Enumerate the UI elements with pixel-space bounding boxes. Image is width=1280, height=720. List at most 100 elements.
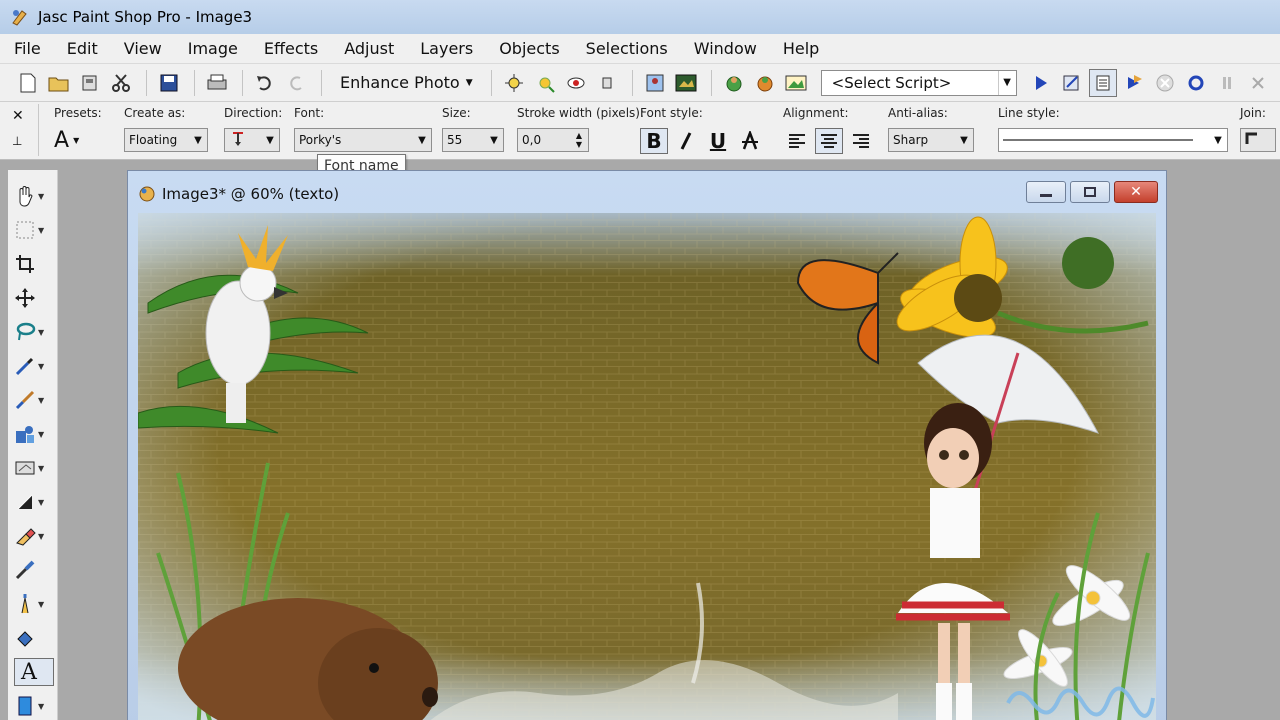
create-as-select[interactable]: Floating ▼ — [124, 128, 208, 152]
text-tool[interactable]: A — [14, 658, 54, 686]
eraser-icon — [16, 528, 36, 546]
scissors-icon[interactable] — [107, 69, 135, 97]
orange-ball-icon[interactable] — [751, 69, 779, 97]
align-center-icon[interactable] — [815, 128, 843, 154]
stroke-width-value: 0,0 — [522, 133, 542, 147]
line-style-group: Line style: ▼ — [998, 106, 1228, 152]
menu-objects[interactable]: Objects — [497, 37, 561, 60]
stroke-width-input[interactable]: 0,0 ▲ ▼ — [517, 128, 589, 152]
brightness-icon[interactable] — [531, 69, 559, 97]
close-button[interactable]: ✕ — [1114, 181, 1158, 203]
italic-icon[interactable] — [672, 128, 700, 154]
presets-group: Presets: A ▼ — [54, 106, 102, 153]
one-step-photo-fix-icon[interactable] — [500, 69, 528, 97]
print-icon[interactable] — [203, 69, 231, 97]
scratch-remover-icon — [15, 461, 35, 475]
toolbar-separator — [242, 69, 243, 96]
toolbar-separator — [194, 69, 195, 96]
selection-tool[interactable]: ▼ — [14, 216, 54, 244]
align-left-icon[interactable] — [783, 128, 811, 154]
red-eye-icon[interactable] — [562, 69, 590, 97]
toolbar-separator — [321, 69, 322, 96]
clone-brush-tool[interactable]: ▼ — [14, 420, 54, 448]
menu-edit[interactable]: Edit — [65, 37, 100, 60]
image-canvas[interactable] — [138, 213, 1156, 720]
strikethrough-icon[interactable] — [736, 128, 764, 154]
anti-alias-label: Anti-alias: — [888, 106, 948, 120]
menu-window[interactable]: Window — [692, 37, 759, 60]
underline-button[interactable]: U — [704, 128, 732, 154]
create-as-value: Floating — [129, 133, 178, 147]
document-window[interactable]: Image3* @ 60% (texto) ✕ — [127, 170, 1167, 720]
direction-select[interactable]: ▼ — [224, 128, 280, 152]
paint-brush-tool[interactable]: ▼ — [14, 386, 54, 414]
redo-icon[interactable] — [282, 69, 310, 97]
flood-fill-tool[interactable] — [14, 624, 54, 652]
menu-selections[interactable]: Selections — [584, 37, 670, 60]
menu-view[interactable]: View — [122, 37, 164, 60]
portrait-icon[interactable] — [641, 69, 669, 97]
picture-tube-tool[interactable] — [14, 556, 54, 584]
close-icon[interactable]: ✕ — [12, 108, 32, 124]
font-select[interactable]: Porky's ▼ — [294, 128, 432, 152]
dropper-tool[interactable]: ▼ — [14, 352, 54, 380]
enhance-photo-label: Enhance Photo — [340, 73, 460, 92]
record-icon[interactable] — [1182, 69, 1210, 97]
open-folder-icon[interactable] — [45, 69, 73, 97]
green-ball-icon[interactable] — [720, 69, 748, 97]
lasso-tool[interactable]: ▼ — [14, 318, 54, 346]
alignment-label: Alignment: — [783, 106, 849, 120]
pan-tool[interactable]: ▼ — [14, 182, 54, 210]
font-style-group: Font style: B U — [640, 106, 764, 154]
toolbar-separator — [631, 69, 633, 96]
menu-file[interactable]: File — [12, 37, 43, 60]
enhance-photo-menu[interactable]: Enhance Photo ▼ — [340, 73, 473, 92]
browse-icon[interactable] — [76, 69, 104, 97]
join-select[interactable] — [1240, 128, 1276, 152]
filmstrip-icon[interactable] — [672, 69, 700, 97]
eraser-tool[interactable]: ▼ — [14, 522, 54, 550]
script-output-icon[interactable] — [1088, 68, 1117, 97]
create-as-label: Create as: — [124, 106, 186, 120]
presets-button[interactable]: A ▼ — [54, 128, 102, 153]
chevron-down-icon: ▼ — [266, 134, 274, 146]
edit-script-icon[interactable] — [1058, 69, 1086, 97]
landscape-icon[interactable] — [782, 69, 810, 97]
move-tool[interactable] — [14, 284, 54, 312]
shape-tool[interactable]: ▼ — [14, 692, 54, 720]
bold-button[interactable]: B — [640, 128, 668, 154]
eyedropper-icon — [15, 357, 34, 376]
select-script-dropdown[interactable]: <Select Script> ▼ — [820, 69, 1017, 96]
scratch-remover-tool[interactable]: ▼ — [14, 454, 54, 482]
clone-icon[interactable] — [593, 69, 621, 97]
maximize-button[interactable] — [1070, 181, 1110, 203]
font-label: Font: — [294, 106, 325, 120]
spinner-icon[interactable]: ▲ ▼ — [570, 131, 588, 149]
anti-alias-select[interactable]: Sharp ▼ — [888, 128, 974, 152]
menu-layers[interactable]: Layers — [418, 37, 475, 60]
undo-icon[interactable] — [251, 69, 279, 97]
menu-adjust[interactable]: Adjust — [342, 37, 396, 60]
minimize-button[interactable] — [1026, 181, 1066, 203]
menu-effects[interactable]: Effects — [262, 37, 320, 60]
new-file-icon[interactable] — [14, 69, 42, 97]
dodge-tool[interactable]: ▼ — [14, 488, 54, 516]
crop-tool[interactable] — [14, 250, 54, 278]
stop-icon[interactable] — [1244, 69, 1272, 97]
stroke-width-label: Stroke width (pixels): — [517, 106, 645, 120]
save-icon[interactable] — [155, 69, 183, 97]
menu-help[interactable]: Help — [781, 37, 821, 60]
pause-icon[interactable] — [1213, 69, 1241, 97]
menu-image[interactable]: Image — [186, 37, 240, 60]
rectangle-shape-icon — [18, 696, 32, 716]
record-run-icon[interactable] — [1120, 69, 1148, 97]
align-right-icon[interactable] — [847, 128, 875, 154]
stroke-width-group: Stroke width (pixels): 0,0 ▲ ▼ — [517, 106, 644, 152]
cancel-script-icon[interactable] — [1151, 69, 1179, 97]
run-script-icon[interactable] — [1027, 69, 1055, 97]
line-style-select[interactable]: ▼ — [998, 128, 1228, 152]
pin-icon[interactable]: ⊥ — [12, 134, 32, 148]
size-select[interactable]: 55 ▼ — [442, 128, 504, 152]
color-replacer-tool[interactable]: ▼ — [14, 590, 54, 618]
alignment-buttons — [783, 128, 875, 154]
